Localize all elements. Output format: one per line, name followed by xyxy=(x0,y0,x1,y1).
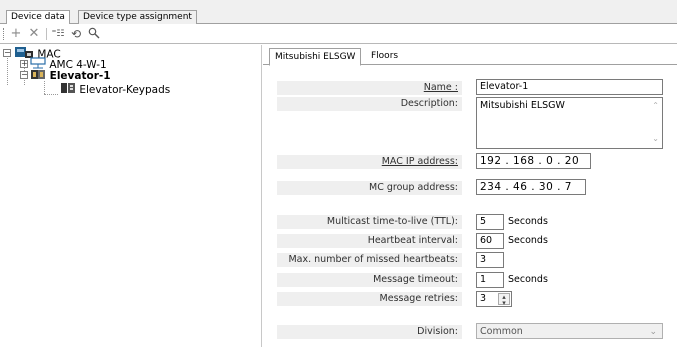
missed-heartbeats-label: Max. number of missed heartbeats: xyxy=(288,254,458,265)
missed-heartbeats-input[interactable]: 3 xyxy=(476,252,504,268)
heartbeat-input[interactable]: 60 xyxy=(476,233,504,249)
tree-connector xyxy=(44,94,58,95)
top-tab-strip: Device data Device type assignment xyxy=(0,0,677,25)
mc-group-label: MC group address: xyxy=(369,182,458,193)
description-textarea[interactable]: Mitsubishi ELSGW ⌃ ⌄ xyxy=(476,97,663,149)
device-tree: − MAC + AMC 4-W-1 − Elevator-1 Elevator-… xyxy=(0,45,262,347)
description-text: Mitsubishi ELSGW xyxy=(480,100,565,111)
message-timeout-label: Message timeout: xyxy=(373,274,458,285)
mac-ip-input[interactable]: 192 . 168 . 0 . 20 xyxy=(476,153,591,169)
division-label: Division: xyxy=(417,326,458,337)
message-timeout-unit: Seconds xyxy=(508,274,548,285)
scroll-up-icon[interactable]: ⌃ xyxy=(652,99,659,113)
tree-item-elevator[interactable]: Elevator-1 xyxy=(30,68,111,84)
search-icon[interactable] xyxy=(86,27,102,41)
delete-icon[interactable]: ✕ xyxy=(26,27,42,41)
expand-icon[interactable]: + xyxy=(20,60,28,68)
toolbar-separator xyxy=(46,28,47,40)
tab-device-type-assignment[interactable]: Device type assignment xyxy=(78,10,197,24)
mac-ip-label: MAC IP address: xyxy=(381,156,458,167)
name-label: Name : xyxy=(423,82,458,93)
ttl-input[interactable]: 5 xyxy=(476,214,504,230)
chevron-down-icon[interactable]: ⌄ xyxy=(649,324,657,338)
keypad-icon xyxy=(60,82,76,98)
name-input[interactable]: Elevator-1 xyxy=(476,79,663,95)
heartbeat-unit: Seconds xyxy=(508,235,548,246)
mc-group-input[interactable]: 234 . 46 . 30 . 7 xyxy=(476,179,586,195)
ttl-label: Multicast time-to-live (TTL): xyxy=(326,216,458,227)
message-timeout-input[interactable]: 1 xyxy=(476,272,504,288)
message-retries-label: Message retries: xyxy=(379,293,458,304)
ttl-unit: Seconds xyxy=(508,216,548,227)
tree-item-elevator-keypads[interactable]: Elevator-Keypads xyxy=(60,82,171,98)
refresh-icon[interactable]: ⟲ xyxy=(68,27,84,41)
tree-connector xyxy=(7,55,8,85)
heartbeat-label: Heartbeat interval: xyxy=(367,235,458,246)
message-retries-spinner[interactable]: 3 ▴ ▾ xyxy=(476,291,512,307)
collapse-icon[interactable]: − xyxy=(20,71,28,79)
scroll-down-icon[interactable]: ⌄ xyxy=(652,132,659,146)
division-value: Common xyxy=(480,326,523,337)
tree-item-label: Elevator-Keypads xyxy=(79,84,171,96)
tab-device-data[interactable]: Device data xyxy=(6,10,70,25)
toolbar-grip xyxy=(3,28,5,40)
tab-floors[interactable]: Floors xyxy=(366,48,403,65)
toolbar: + ✕ ⁼☷ ⟲ xyxy=(0,24,677,44)
description-label: Description: xyxy=(400,98,458,109)
division-select[interactable]: Common ⌄ xyxy=(476,323,663,339)
detail-panel: Mitsubishi ELSGW Floors Name : Elevator-… xyxy=(263,45,677,347)
elevator-icon xyxy=(30,68,46,84)
message-retries-value: 3 xyxy=(480,293,487,304)
collapse-icon[interactable]: − xyxy=(3,49,11,57)
spinner-arrows-icon[interactable]: ▴ ▾ xyxy=(498,293,510,306)
tree-item-label: Elevator-1 xyxy=(49,70,111,82)
properties-icon[interactable]: ⁼☷ xyxy=(50,27,66,41)
detail-tab-strip: Mitsubishi ELSGW Floors xyxy=(263,45,677,66)
add-icon[interactable]: + xyxy=(8,27,24,41)
tab-mitsubishi-elsgw[interactable]: Mitsubishi ELSGW xyxy=(269,48,362,66)
